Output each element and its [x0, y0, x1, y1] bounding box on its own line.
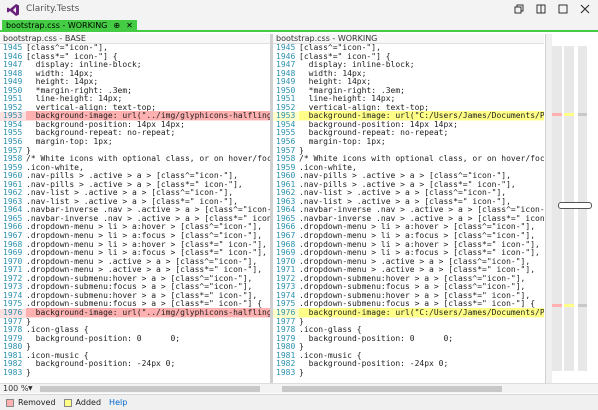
line-text: background-position: 0 0;	[299, 333, 454, 343]
legend-added: Added	[63, 398, 102, 407]
split-window-icon[interactable]	[530, 1, 552, 17]
removed-swatch	[6, 398, 14, 407]
code-line[interactable]: 1976 background-image: url("C:/Users/Jam…	[273, 307, 544, 318]
zoom-dropdown-icon[interactable]: ▼	[28, 385, 36, 393]
line-text: }	[26, 367, 31, 377]
diff-overview-margin[interactable]	[545, 34, 598, 385]
line-text: background-image: url("C:/Users/James/Do…	[299, 307, 544, 317]
line-text: background-position: 0 0;	[26, 333, 181, 343]
line-number: 1983	[3, 367, 23, 377]
overview-change-marker	[552, 304, 562, 308]
horizontal-scroll-thumb-base[interactable]	[40, 386, 260, 392]
removed-label: Removed	[18, 398, 56, 407]
line-number: 1983	[276, 367, 296, 377]
legend-removed: Removed	[6, 398, 56, 407]
code-line[interactable]: 1982 background-position: -24px 0;	[0, 359, 270, 369]
code-line[interactable]: 1983}	[0, 367, 270, 378]
zoom-level[interactable]: 100 %	[3, 384, 28, 394]
code-line[interactable]: 1956 margin-top: 1px;	[273, 137, 544, 147]
working-code-view[interactable]: 1945 [class^="icon-"], 1946 [class*=" icon-…	[273, 43, 544, 378]
status-bar: Removed Added Help	[0, 394, 598, 410]
overview-change-marker	[564, 112, 574, 116]
overview-change-marker	[564, 304, 574, 308]
code-line[interactable]: 1956 margin-top: 1px;	[0, 137, 270, 147]
document-tab-strip: bootstrap.css - WORKING ⊕ ✕	[0, 20, 598, 32]
overview-change-marker	[578, 112, 587, 116]
pin-icon[interactable]: ⊕	[113, 20, 120, 32]
horizontal-scrollbar[interactable]: 100 % ▼	[0, 383, 598, 393]
tab-label: bootstrap.css - WORKING	[6, 21, 108, 30]
overview-viewport-thumb[interactable]	[558, 202, 592, 209]
horizontal-scroll-thumb-working[interactable]	[282, 386, 502, 392]
line-text: }	[299, 367, 304, 377]
line-text: background-position: -24px 0;	[299, 359, 449, 369]
line-text: background-position: -24px 0;	[26, 359, 176, 369]
overview-change-marker	[578, 304, 587, 308]
window-title: Clarity.Tests	[26, 4, 80, 14]
close-window-icon[interactable]	[574, 1, 596, 17]
working-pane[interactable]: bootstrap.css - WORKING 1945 [class^="ico…	[273, 34, 544, 385]
overview-change-marker	[552, 112, 562, 116]
tab-bootstrap-working[interactable]: bootstrap.css - WORKING ⊕ ✕	[2, 20, 137, 32]
maximize-icon[interactable]	[552, 1, 574, 17]
code-line[interactable]: 1982 background-position: -24px 0;	[273, 359, 544, 369]
close-tab-icon[interactable]: ✕	[126, 20, 133, 32]
code-line[interactable]: 1976 background-image: url("../img/glyph…	[0, 307, 270, 318]
base-pane[interactable]: bootstrap.css - BASE 1945 [class^="icon-"…	[0, 34, 270, 385]
title-bar: Clarity.Tests	[0, 0, 598, 20]
line-text: margin-top: 1px;	[299, 137, 386, 147]
line-text: background-image: url("../img/glyphicons…	[26, 307, 270, 317]
added-swatch	[63, 398, 72, 407]
help-link[interactable]: Help	[109, 398, 127, 407]
added-label: Added	[75, 398, 102, 407]
code-line[interactable]: 1979 background-position: 0 0;	[273, 333, 544, 344]
visual-studio-logo-icon	[7, 4, 19, 16]
restore-down-icon[interactable]	[508, 1, 530, 17]
base-code-view[interactable]: 1945 [class^="icon-"], 1946 [class*=" icon-…	[0, 43, 270, 378]
code-line[interactable]: 1979 background-position: 0 0;	[0, 333, 270, 344]
line-text: margin-top: 1px;	[26, 137, 113, 147]
code-line[interactable]: 1983}	[273, 367, 544, 378]
